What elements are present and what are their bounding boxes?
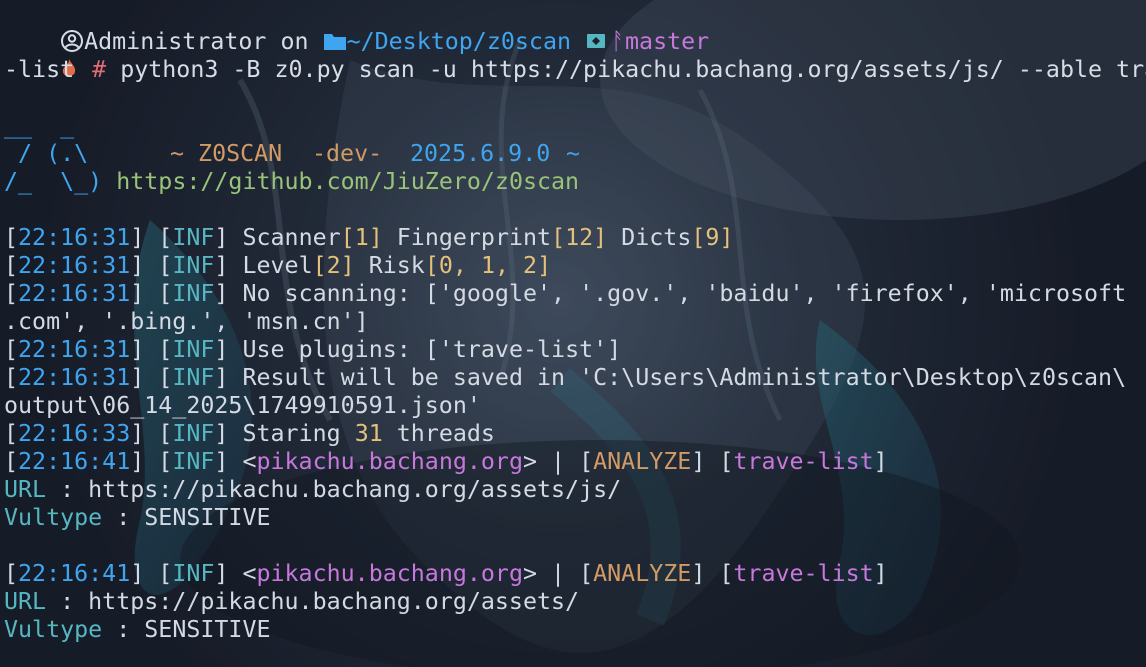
result-line: [22:16:41] [INF] <pikachu.bachang.org> |… bbox=[4, 560, 888, 587]
banner-art-2: / (.\ ~ Z0SCAN -dev- 2025.6.9.0 ~ bbox=[4, 140, 581, 167]
command-line: # python3 -B z0.py scan -u https://pikac… bbox=[4, 28, 1146, 83]
log-line-wrap: output\06_14_2025\1749910591.json' bbox=[4, 392, 481, 419]
command-wrap: -list bbox=[4, 56, 75, 83]
result-host: pikachu.bachang.org bbox=[256, 560, 523, 587]
banner-art-1: __ _ bbox=[4, 112, 75, 139]
banner-name: ~ Z0SCAN bbox=[170, 140, 283, 167]
log-line: [22:16:31] [INF] Result will be saved in… bbox=[4, 364, 1127, 391]
log-line: [22:16:31] [INF] Scanner[1] Fingerprint[… bbox=[4, 224, 734, 251]
result-url: URL : https://pikachu.bachang.org/assets… bbox=[4, 588, 580, 615]
prompt-symbol: # bbox=[92, 56, 107, 83]
shell-prompt: Administrator on ~/Desktop/z0scan ᚨmaste… bbox=[4, 0, 709, 55]
command-text: python3 -B z0.py scan -u https://pikachu… bbox=[120, 56, 1146, 83]
log-line: [22:16:31] [INF] Level[2] Risk[0, 1, 2] bbox=[4, 252, 552, 279]
log-line: [22:16:31] [INF] No scanning: ['google',… bbox=[4, 280, 1127, 307]
log-line: [22:16:31] [INF] Use plugins: ['trave-li… bbox=[4, 336, 622, 363]
banner-tilde: ~ bbox=[566, 140, 581, 167]
result-host: pikachu.bachang.org bbox=[256, 448, 523, 475]
banner-url: https://github.com/JiuZero/z0scan bbox=[116, 168, 580, 195]
banner-art-3: /_ \_) https://github.com/JiuZero/z0scan bbox=[4, 168, 580, 195]
banner-edition: -dev- bbox=[312, 140, 383, 167]
log-line: [22:16:33] [INF] Staring 31 threads bbox=[4, 420, 495, 447]
result-vultype: Vultype : SENSITIVE bbox=[4, 616, 271, 643]
banner-version: 2025.6.9.0 bbox=[410, 140, 551, 167]
log-line-wrap: .com', '.bing.', 'msn.cn'] bbox=[4, 308, 369, 335]
result-vultype: Vultype : SENSITIVE bbox=[4, 504, 271, 531]
result-url: URL : https://pikachu.bachang.org/assets… bbox=[4, 476, 622, 503]
result-line: [22:16:41] [INF] <pikachu.bachang.org> |… bbox=[4, 448, 888, 475]
terminal-output: Administrator on ~/Desktop/z0scan ᚨmaste… bbox=[0, 0, 1146, 667]
